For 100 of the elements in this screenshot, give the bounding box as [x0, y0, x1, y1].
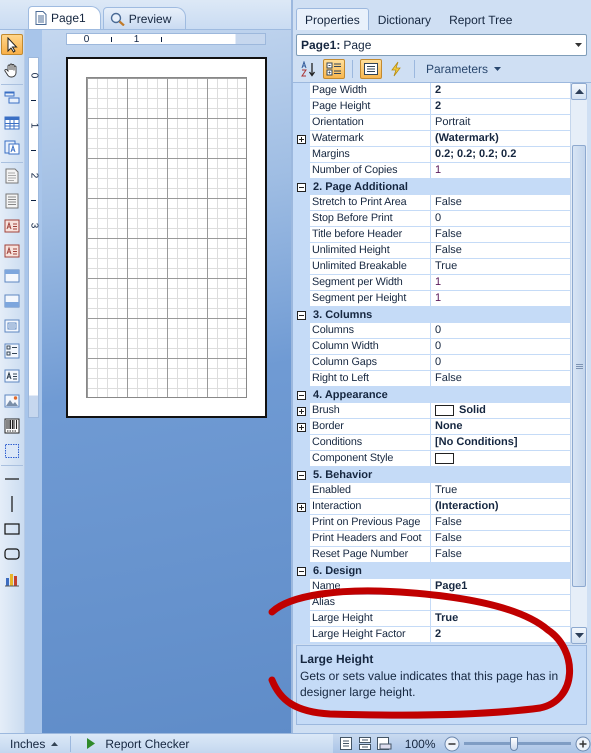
property-name[interactable]: Large Height: [310, 611, 431, 627]
caret-icon: [51, 742, 58, 746]
property-value: 0: [435, 211, 442, 226]
property-value: 0: [435, 355, 442, 370]
property-name[interactable]: Large Height Factor: [310, 627, 431, 643]
property-value: Page1: [435, 579, 468, 594]
property-name[interactable]: Number of Copies: [310, 163, 431, 179]
expand-icon[interactable]: [297, 134, 306, 144]
property-name[interactable]: Page Height: [310, 99, 431, 115]
report-page[interactable]: [66, 57, 267, 418]
property-name[interactable]: Orientation: [310, 115, 431, 131]
caret-icon: [494, 67, 502, 71]
property-name[interactable]: Unlimited Breakable: [310, 259, 431, 275]
property-name[interactable]: Page Width: [310, 83, 431, 99]
toolbar-button[interactable]: [323, 59, 345, 79]
property-value: 0: [435, 339, 442, 354]
property-name[interactable]: Segment per Height: [310, 291, 431, 307]
scroll-up-icon[interactable]: [574, 89, 584, 94]
tool-button[interactable]: [1, 34, 23, 55]
zoom-in-button[interactable]: [574, 736, 591, 752]
stacked-frames-icon: [4, 140, 20, 156]
view-button[interactable]: [376, 735, 393, 752]
property-value: 2: [435, 627, 442, 642]
rectangle-icon: [4, 520, 20, 536]
property-name[interactable]: Component Style: [310, 451, 431, 467]
collapse-icon[interactable]: [297, 390, 306, 400]
vertical-line-icon: [11, 496, 13, 512]
property-value: False: [435, 547, 462, 562]
toolbar-button[interactable]: [360, 59, 382, 79]
plus-icon: [574, 736, 591, 752]
collapse-icon[interactable]: [297, 470, 306, 480]
ruler-tick: [31, 200, 36, 201]
page-icon: [35, 11, 47, 25]
report-checker-button[interactable]: Report Checker: [83, 736, 190, 750]
panel-tab[interactable]: Dictionary: [368, 8, 440, 30]
property-name[interactable]: Stretch to Print Area: [310, 195, 431, 211]
play-icon: [87, 738, 96, 749]
property-name[interactable]: Title before Header: [310, 227, 431, 243]
property-name[interactable]: Reset Page Number: [310, 547, 431, 563]
property-name[interactable]: Right to Left: [310, 371, 431, 387]
property-value: Solid: [459, 403, 486, 418]
lined-page-icon: [4, 192, 20, 208]
collapse-icon[interactable]: [297, 182, 306, 192]
sort-icon: [301, 61, 317, 77]
expand-icon[interactable]: [297, 422, 306, 432]
text-icon: [4, 368, 20, 384]
categorized-icon: [326, 61, 342, 77]
property-name[interactable]: Margins: [310, 147, 431, 163]
ruler-label: 0: [84, 34, 90, 44]
property-value: True: [435, 259, 458, 274]
property-name[interactable]: Alias: [310, 595, 431, 611]
property-value: None: [435, 419, 462, 434]
ruler-tick: [31, 100, 36, 101]
ruler-label: 0: [28, 72, 39, 78]
property-name[interactable]: Border: [310, 419, 431, 435]
property-name[interactable]: Brush: [310, 403, 431, 419]
collapse-icon[interactable]: [297, 566, 306, 576]
property-value: False: [435, 531, 462, 546]
scroll-down-icon[interactable]: [574, 633, 584, 638]
expand-icon[interactable]: [297, 406, 306, 416]
property-name[interactable]: Interaction: [310, 499, 431, 515]
property-name[interactable]: Watermark: [310, 131, 431, 147]
property-name[interactable]: Enabled: [310, 483, 431, 499]
parameters-menu[interactable]: Parameters: [422, 62, 506, 76]
property-value: 2: [435, 83, 442, 98]
caret-icon: [575, 43, 582, 47]
view-button[interactable]: [337, 735, 354, 752]
property-name[interactable]: Segment per Width: [310, 275, 431, 291]
property-value: False: [435, 227, 462, 242]
slider-thumb[interactable]: [510, 736, 518, 750]
container-icon: [4, 442, 20, 458]
property-name[interactable]: Print on Previous Page: [310, 515, 431, 531]
zoom-level: 100%: [404, 736, 436, 750]
description-text: Gets or sets value indicates that this page has in designer large height.: [300, 668, 560, 700]
horizontal-line-icon: [5, 478, 19, 480]
property-name[interactable]: Print Headers and Foot: [310, 531, 431, 547]
page-icon: [4, 168, 20, 184]
view-button[interactable]: [356, 735, 374, 752]
panel-tab[interactable]: Properties: [296, 8, 369, 30]
property-name[interactable]: Unlimited Height: [310, 243, 431, 259]
checklist-icon: [4, 342, 20, 358]
ruler-label: 3: [28, 222, 39, 228]
scrollbar[interactable]: [570, 83, 587, 644]
property-name[interactable]: Stop Before Print: [310, 211, 431, 227]
property-value: 2: [435, 99, 442, 114]
grip-icon: [576, 364, 582, 368]
units-menu[interactable]: Inches: [10, 736, 58, 750]
document-tab[interactable]: Page1: [28, 6, 101, 29]
document-tab[interactable]: Preview: [102, 7, 186, 29]
property-name[interactable]: Column Gaps: [310, 355, 431, 371]
ruler-tick: [161, 36, 162, 42]
zoom-out-button[interactable]: [444, 736, 460, 752]
property-value: True: [435, 483, 458, 498]
property-name[interactable]: Column Width: [310, 339, 431, 355]
expand-icon[interactable]: [297, 502, 306, 512]
object-selector[interactable]: Page1: Page: [296, 34, 587, 56]
panel-tab[interactable]: Report Tree: [440, 8, 522, 30]
property-name[interactable]: Columns: [310, 323, 431, 339]
property-name[interactable]: Conditions: [310, 435, 431, 451]
collapse-icon[interactable]: [297, 310, 306, 320]
